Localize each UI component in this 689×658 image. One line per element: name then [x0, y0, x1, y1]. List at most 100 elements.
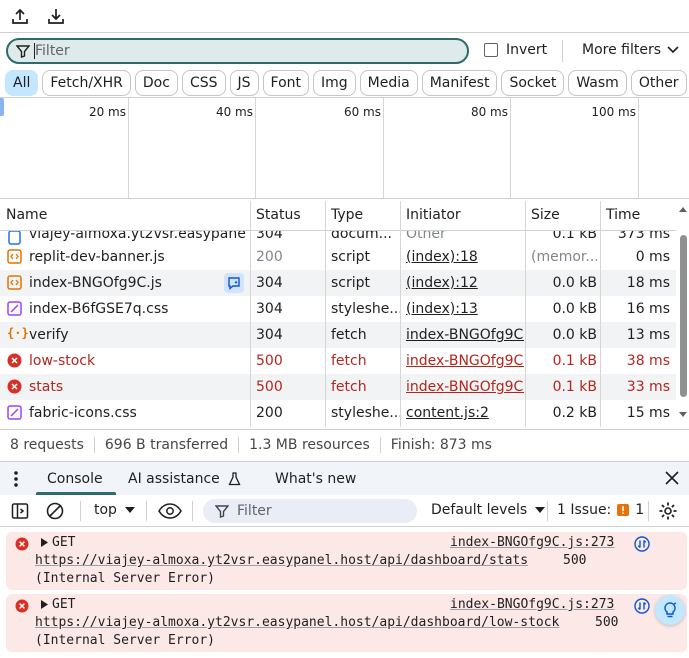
context-selector[interactable]: top [94, 502, 135, 518]
issues-count: 1 [635, 502, 645, 518]
status-detail: (Internal Server Error) [35, 633, 216, 648]
chip-img[interactable]: Img [313, 70, 356, 96]
network-overview[interactable]: 20 ms 40 ms 60 ms 80 ms 100 ms [0, 97, 689, 199]
column-name[interactable]: Name [6, 207, 47, 223]
eye-icon[interactable] [158, 503, 182, 519]
error-icon [7, 379, 22, 394]
console-settings-gear-icon[interactable] [658, 501, 678, 521]
column-initiator[interactable]: Initiator [406, 207, 461, 223]
column-status[interactable]: Status [256, 207, 301, 223]
table-scrollbar[interactable] [677, 201, 689, 425]
request-initiator[interactable]: index-BNGOfg9C.js [406, 379, 524, 395]
column-divider[interactable] [525, 201, 526, 427]
toolbar-divider [547, 501, 548, 521]
table-row[interactable]: stats 500 fetch index-BNGOfg9C.js 0.1 kB… [0, 374, 676, 400]
clear-console-icon[interactable] [46, 502, 64, 520]
table-row[interactable]: low-stock 500 fetch index-BNGOfg9C.js 0.… [0, 348, 676, 374]
column-type[interactable]: Type [331, 207, 363, 223]
request-initiator[interactable]: index-BNGOfg9C.js [406, 353, 524, 369]
expand-triangle-icon[interactable] [41, 600, 48, 609]
tab-console[interactable]: Console [47, 471, 103, 487]
table-row[interactable]: {·} verify 304 fetch index-BNGOfg9C.js 0… [0, 322, 676, 348]
funnel-icon [215, 504, 229, 518]
overview-gridline [383, 98, 384, 198]
chip-fetch-xhr[interactable]: Fetch/XHR [42, 70, 131, 96]
summary-requests: 8 requests [0, 436, 95, 453]
script-icon [7, 275, 22, 290]
request-type: styleshe... [331, 405, 401, 421]
column-size[interactable]: Size [531, 207, 560, 223]
source-link[interactable]: index-BNGOfg9C.js:273 [450, 597, 614, 612]
toolbar-divider [80, 501, 81, 521]
toolbar-divider [192, 501, 193, 521]
issues-counter[interactable]: 1 Issue: 1 [557, 502, 644, 518]
sidebar-toggle-icon[interactable] [11, 502, 29, 520]
log-levels-label: Default levels [431, 502, 528, 518]
tab-ai-assistance[interactable]: AI assistance [128, 471, 241, 487]
overview-gridline [510, 98, 511, 198]
console-error-message[interactable]: GET index-BNGOfg9C.js:273 https://viajey… [6, 532, 687, 590]
chip-font[interactable]: Font [262, 70, 309, 96]
overview-handle-left[interactable] [0, 98, 4, 116]
request-type: fetch [331, 327, 367, 343]
close-icon[interactable] [664, 470, 680, 486]
console-filter-placeholder: Filter [237, 503, 272, 519]
scroll-down-arrow-icon [679, 412, 687, 417]
summary-finish: Finish: 873 ms [390, 436, 492, 453]
chip-css[interactable]: CSS [181, 70, 226, 96]
table-row[interactable]: fabric-icons.css 200 styleshe... content… [0, 400, 676, 426]
chip-media[interactable]: Media [359, 70, 418, 96]
table-row[interactable]: index-B6fGSE7q.css 304 styleshe... (inde… [0, 296, 676, 322]
tab-whats-new[interactable]: What's new [275, 471, 356, 487]
network-request-icon[interactable] [634, 536, 650, 552]
chip-js[interactable]: JS [229, 70, 259, 96]
request-type: script [331, 275, 371, 291]
chip-all[interactable]: All [5, 70, 39, 96]
network-request-icon[interactable] [634, 598, 650, 614]
request-time: 13 ms [626, 327, 670, 343]
request-name: stats [29, 379, 64, 395]
request-initiator[interactable]: content.js:2 [406, 405, 524, 421]
status-detail: (Internal Server Error) [35, 571, 216, 586]
column-divider[interactable] [600, 201, 601, 427]
chip-wasm[interactable]: Wasm [568, 70, 627, 96]
console-filter-input[interactable]: Filter [203, 499, 417, 523]
invert-checkbox[interactable] [484, 43, 498, 57]
request-initiator[interactable]: (index):18 [406, 249, 524, 265]
network-filter-input[interactable]: Filter [6, 38, 469, 64]
scroll-up-arrow-icon [679, 207, 687, 212]
log-levels-dropdown[interactable]: Default levels [431, 502, 546, 518]
column-divider[interactable] [250, 201, 251, 427]
request-url[interactable]: https://viajey-almoxa.yt2vsr.easypanel.h… [35, 553, 528, 568]
chevron-down-icon [667, 46, 679, 54]
more-filters-dropdown[interactable]: More filters [582, 42, 679, 58]
request-url[interactable]: https://viajey-almoxa.yt2vsr.easypanel.h… [35, 615, 559, 630]
chip-other[interactable]: Other [630, 70, 687, 96]
request-initiator[interactable]: (index):12 [406, 275, 524, 291]
console-error-message[interactable]: GET index-BNGOfg9C.js:273 https://viajey… [6, 594, 687, 652]
chip-doc[interactable]: Doc [134, 70, 178, 96]
request-size: (memor... [531, 249, 597, 265]
request-initiator[interactable]: (index):13 [406, 301, 524, 317]
table-row[interactable]: index-BNGOfg9C.js 304 script (index):12 … [0, 270, 676, 296]
ai-lightbulb-button[interactable] [655, 595, 685, 625]
ai-chat-icon[interactable] [224, 273, 244, 293]
scrollbar-thumb[interactable] [680, 235, 687, 397]
expand-triangle-icon[interactable] [41, 538, 48, 547]
column-time[interactable]: Time [606, 207, 640, 223]
chip-manifest[interactable]: Manifest [421, 70, 498, 96]
overview-gridline [638, 98, 639, 198]
download-icon[interactable] [44, 4, 68, 28]
request-time: 38 ms [626, 353, 670, 369]
request-name: replit-dev-banner.js [29, 249, 165, 265]
kebab-menu-icon[interactable] [13, 470, 19, 488]
request-initiator[interactable]: index-BNGOfg9C.js [406, 327, 524, 343]
column-divider[interactable] [325, 201, 326, 427]
network-summary-bar: 8 requests 696 B transferred 1.3 MB reso… [0, 429, 689, 459]
upload-icon[interactable] [8, 4, 32, 28]
chip-socket[interactable]: Socket [501, 70, 565, 96]
request-status: 304 [256, 327, 283, 343]
column-divider[interactable] [400, 201, 401, 427]
source-link[interactable]: index-BNGOfg9C.js:273 [450, 535, 614, 550]
table-row[interactable]: replit-dev-banner.js 200 script (index):… [0, 244, 676, 270]
